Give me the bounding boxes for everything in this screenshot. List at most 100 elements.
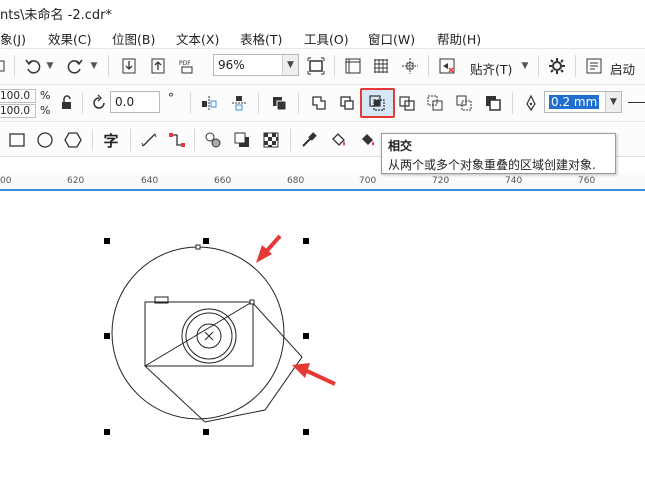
zoom-level-combo[interactable]: 96% ▼ [213,54,299,76]
separator [428,55,429,77]
full-screen-icon[interactable] [305,55,327,77]
rectangle-tool-icon[interactable] [6,129,28,151]
menu-bar: 象(J) 效果(C) 位图(B) 文本(X) 表格(T) 工具(O) 窗口(W)… [0,26,645,48]
eyedropper-icon[interactable] [298,129,320,151]
export-icon[interactable] [147,55,169,77]
separator [512,92,513,114]
intersect-tooltip: 相交 从两个或多个对象重叠的区域创建对象. [381,133,616,174]
selection-handle-tr [303,238,309,244]
chevron-down-icon[interactable]: ▼ [282,55,298,75]
parallel-dimension-icon[interactable] [138,129,160,151]
menu-effects[interactable]: 效果(C) [48,29,91,48]
snap-off-icon[interactable] [436,55,458,77]
launch-app-icon[interactable] [583,55,605,77]
canvas-artwork [104,234,336,435]
front-minus-back-icon[interactable] [424,92,446,114]
rotation-angle-input[interactable]: 0.0 [110,91,160,113]
outline-pen-icon[interactable] [520,92,542,114]
separator [92,129,93,151]
selection-handle-mr [303,333,309,339]
degree-unit: ° [168,91,174,105]
menu-window[interactable]: 窗口(W) [368,29,415,48]
fill-bucket-icon[interactable] [327,129,349,151]
red-arrow-lower-head [292,363,310,378]
node-handle [195,244,201,250]
drop-shadow-icon[interactable] [231,129,253,151]
circle-shape [111,246,285,420]
ellipse-tool-icon[interactable] [34,129,56,151]
interactive-fill-icon[interactable] [356,129,378,151]
intersect-icon[interactable] [366,92,388,114]
ruler-label: 700 [359,176,377,186]
separator [334,55,335,77]
polygon-tool-icon[interactable] [62,129,84,151]
show-rulers-icon[interactable] [342,55,364,77]
selection-handle-br [303,429,309,435]
show-grid-icon[interactable] [370,55,392,77]
combine-icon[interactable] [268,92,290,114]
snap-to-label[interactable]: 贴齐(T) [470,59,512,78]
ruler-label: 640 [141,176,159,186]
title-bar: nts\未命名 -2.cdr* [0,0,645,26]
outline-width-combo[interactable]: 0.2 mm ▼ [544,91,622,113]
menu-object[interactable]: 象(J) [0,29,26,48]
scale-y-input[interactable]: 100.0 [0,104,36,118]
property-bar: 100.0 % 100.0 % 0.0 ° 0.2 mm ▼ [0,84,645,121]
selection-handle-bc [203,429,209,435]
back-minus-front-icon[interactable] [453,92,475,114]
menu-tools[interactable]: 工具(O) [304,29,349,48]
connector-icon[interactable] [166,129,188,151]
menu-text[interactable]: 文本(X) [176,29,219,48]
separator [82,92,83,114]
menu-table[interactable]: 表格(T) [240,29,282,48]
redo-icon[interactable] [64,55,86,77]
weld-icon[interactable] [308,92,330,114]
ruler-label: 660 [214,176,232,186]
separator [130,129,131,151]
tooltip-title: 相交 [388,139,413,153]
separator [538,55,539,77]
selection-handle-tc [203,238,209,244]
scale-x-input[interactable]: 100.0 [0,89,36,103]
chevron-down-icon[interactable]: ▼ [605,92,621,112]
launch-label[interactable]: 启动 [610,59,635,78]
ruler-label: 720 [432,176,450,186]
mirror-vertical-icon[interactable] [228,92,250,114]
rotate-icon[interactable] [88,92,110,114]
ruler-label: 760 [578,176,596,186]
menu-bitmap[interactable]: 位图(B) [112,29,155,48]
menu-help[interactable]: 帮助(H) [437,29,481,48]
selection-handle-bl [104,429,110,435]
lock-ratio-icon[interactable] [56,92,78,114]
ruler-label: 620 [67,176,85,186]
undo-icon[interactable] [22,55,44,77]
mirror-horizontal-icon[interactable] [198,92,220,114]
blend-tool-icon[interactable] [202,129,224,151]
trim-icon[interactable] [336,92,358,114]
horizontal-ruler[interactable]: 00 620 640 660 680 700 720 740 760 [0,173,645,191]
separator [258,92,259,114]
undo-dropdown-icon[interactable]: ▼ [46,55,54,77]
line-style-preview[interactable] [628,102,645,103]
drawing-canvas[interactable] [0,191,645,481]
create-boundary-icon[interactable] [482,92,504,114]
scale-x-unit: % [40,89,51,102]
selection-handle-ml [104,333,110,339]
separator [108,55,109,77]
import-icon[interactable] [118,55,140,77]
snap-dropdown-icon[interactable]: ▼ [521,55,529,77]
options-gear-icon[interactable] [546,55,568,77]
redo-dropdown-icon[interactable]: ▼ [90,55,98,77]
rotation-angle-value: 0.0 [115,95,135,109]
separator [290,129,291,151]
text-tool-icon[interactable]: 字 [100,129,122,151]
publish-pdf-icon[interactable]: PDF [176,55,198,77]
transparency-icon[interactable] [260,129,282,151]
red-arrow-lower-shaft [306,369,336,386]
simplify-icon[interactable] [396,92,418,114]
show-guidelines-icon[interactable] [399,55,421,77]
separator [14,55,15,77]
node-handle [249,299,255,305]
separator [298,92,299,114]
separator [190,92,191,114]
